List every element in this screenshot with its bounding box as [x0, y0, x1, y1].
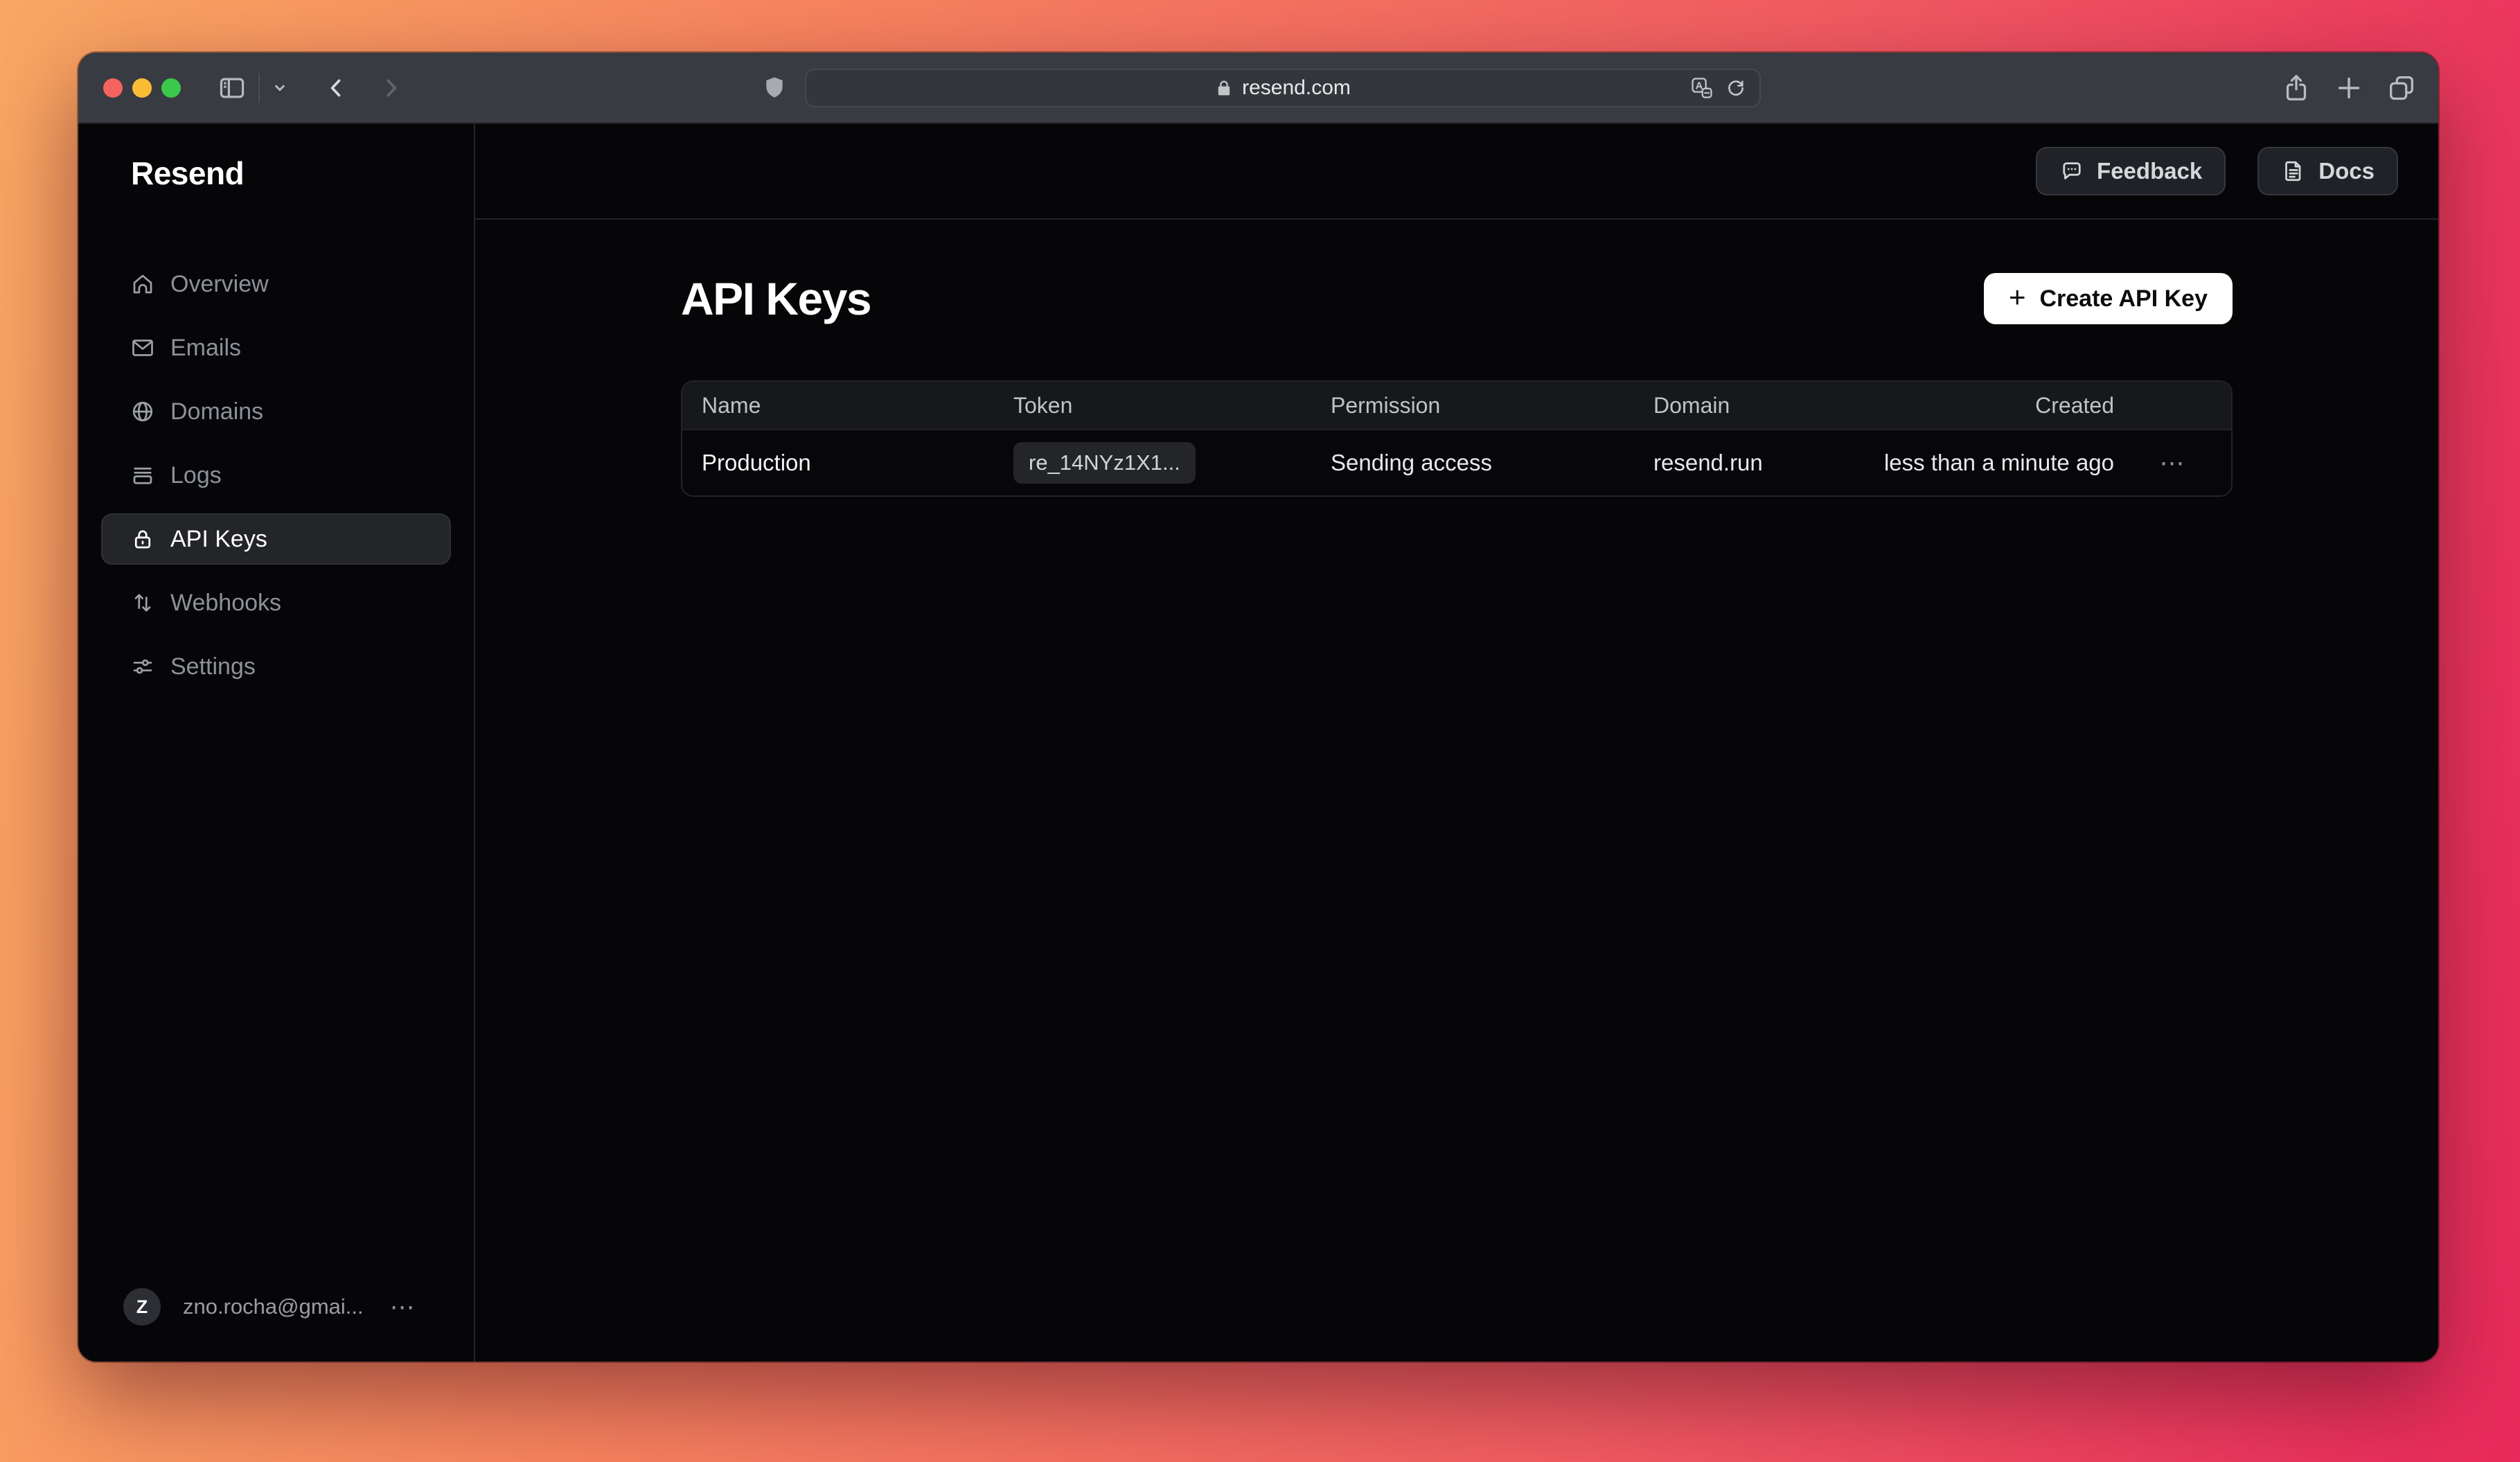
- back-button-icon[interactable]: [325, 76, 348, 100]
- sidebar-item-logs[interactable]: Logs: [101, 450, 451, 501]
- sidebar-item-label: Settings: [170, 653, 256, 680]
- url-text: resend.com: [1242, 76, 1351, 100]
- zoom-button[interactable]: [161, 78, 181, 98]
- sidebar-item-label: Overview: [170, 271, 269, 298]
- column-header-created: Created: [1876, 393, 2114, 419]
- feedback-button[interactable]: Feedback: [2036, 147, 2226, 195]
- user-menu-ellipsis-icon[interactable]: ⋯: [390, 1292, 416, 1321]
- column-header-token: Token: [1013, 393, 1331, 419]
- sidebar-item-label: Logs: [170, 462, 222, 489]
- cell-token: re_14NYz1X1...: [1013, 442, 1331, 484]
- table-header-row: Name Token Permission Domain Created: [682, 382, 2231, 430]
- feedback-button-label: Feedback: [2097, 158, 2202, 184]
- top-header: Feedback Docs: [475, 124, 2438, 220]
- sidebar: Resend Overview: [78, 124, 475, 1362]
- user-email: zno.rocha@gmai...: [183, 1294, 364, 1319]
- lock-icon: [1214, 78, 1234, 98]
- app-logo[interactable]: Resend: [131, 155, 474, 192]
- sidebar-item-label: API Keys: [170, 526, 267, 553]
- token-badge[interactable]: re_14NYz1X1...: [1013, 442, 1196, 484]
- plus-icon: +: [2009, 283, 2026, 312]
- titlebar-right-controls: [1761, 72, 2418, 104]
- privacy-shield-icon[interactable]: [761, 74, 788, 102]
- sidebar-item-webhooks[interactable]: Webhooks: [101, 577, 451, 628]
- api-keys-table: Name Token Permission Domain Created Pro…: [681, 380, 2233, 497]
- feedback-bubble-icon: [2059, 159, 2084, 184]
- sidebar-item-settings[interactable]: Settings: [101, 641, 451, 692]
- sidebar-toggle-icon[interactable]: [217, 73, 247, 103]
- create-api-key-button[interactable]: + Create API Key: [1984, 273, 2233, 324]
- forward-button-icon[interactable]: [379, 76, 402, 100]
- docs-button-label: Docs: [2318, 158, 2375, 184]
- address-bar[interactable]: resend.com A: [805, 69, 1761, 107]
- traffic-lights: [103, 78, 181, 98]
- home-icon: [130, 272, 155, 297]
- mail-icon: [130, 335, 155, 360]
- browser-titlebar: resend.com A: [78, 53, 2438, 124]
- lock-icon: [130, 527, 155, 552]
- chevron-down-icon[interactable]: [271, 79, 289, 97]
- column-header-domain: Domain: [1653, 393, 1876, 419]
- cell-domain: resend.run: [1653, 450, 1876, 476]
- reload-icon[interactable]: [1725, 77, 1747, 99]
- share-icon[interactable]: [2280, 72, 2312, 104]
- table-row: Production re_14NYz1X1... Sending access…: [682, 430, 2231, 495]
- logs-icon: [130, 463, 155, 488]
- sliders-icon: [130, 654, 155, 679]
- sidebar-item-label: Domains: [170, 398, 263, 425]
- browser-window: resend.com A: [78, 53, 2438, 1362]
- page-title: API Keys: [681, 272, 871, 325]
- cell-permission: Sending access: [1331, 450, 1653, 476]
- sidebar-item-label: Emails: [170, 335, 241, 362]
- sidebar-item-label: Webhooks: [170, 590, 281, 617]
- docs-button[interactable]: Docs: [2257, 147, 2398, 195]
- sidebar-item-api-keys[interactable]: API Keys: [101, 513, 451, 565]
- sidebar-item-domains[interactable]: Domains: [101, 386, 451, 437]
- user-account[interactable]: Z zno.rocha@gmai... ⋯: [123, 1288, 416, 1326]
- create-api-key-label: Create API Key: [2039, 285, 2208, 312]
- sidebar-item-emails[interactable]: Emails: [101, 322, 451, 373]
- titlebar-divider: [258, 73, 260, 103]
- new-tab-plus-icon[interactable]: [2333, 72, 2365, 104]
- cell-created: less than a minute ago: [1876, 450, 2114, 476]
- globe-icon: [130, 399, 155, 424]
- cell-name: Production: [702, 450, 1013, 476]
- tab-overview-icon[interactable]: [2386, 72, 2417, 104]
- sidebar-item-overview[interactable]: Overview: [101, 258, 451, 310]
- minimize-button[interactable]: [132, 78, 152, 98]
- document-icon: [2281, 159, 2306, 184]
- translate-icon[interactable]: A: [1690, 76, 1714, 100]
- column-header-permission: Permission: [1331, 393, 1653, 419]
- main-area: Feedback Docs: [475, 124, 2438, 1362]
- page-content: API Keys + Create API Key Name Token Per…: [475, 220, 2438, 1362]
- arrows-up-down-icon: [130, 590, 155, 615]
- avatar: Z: [123, 1288, 161, 1326]
- column-header-name: Name: [702, 393, 1013, 419]
- close-button[interactable]: [103, 78, 123, 98]
- titlebar-left-controls: [103, 73, 761, 103]
- row-menu-ellipsis-icon[interactable]: ⋯: [2114, 448, 2231, 477]
- sidebar-nav: Overview Emails: [101, 258, 451, 692]
